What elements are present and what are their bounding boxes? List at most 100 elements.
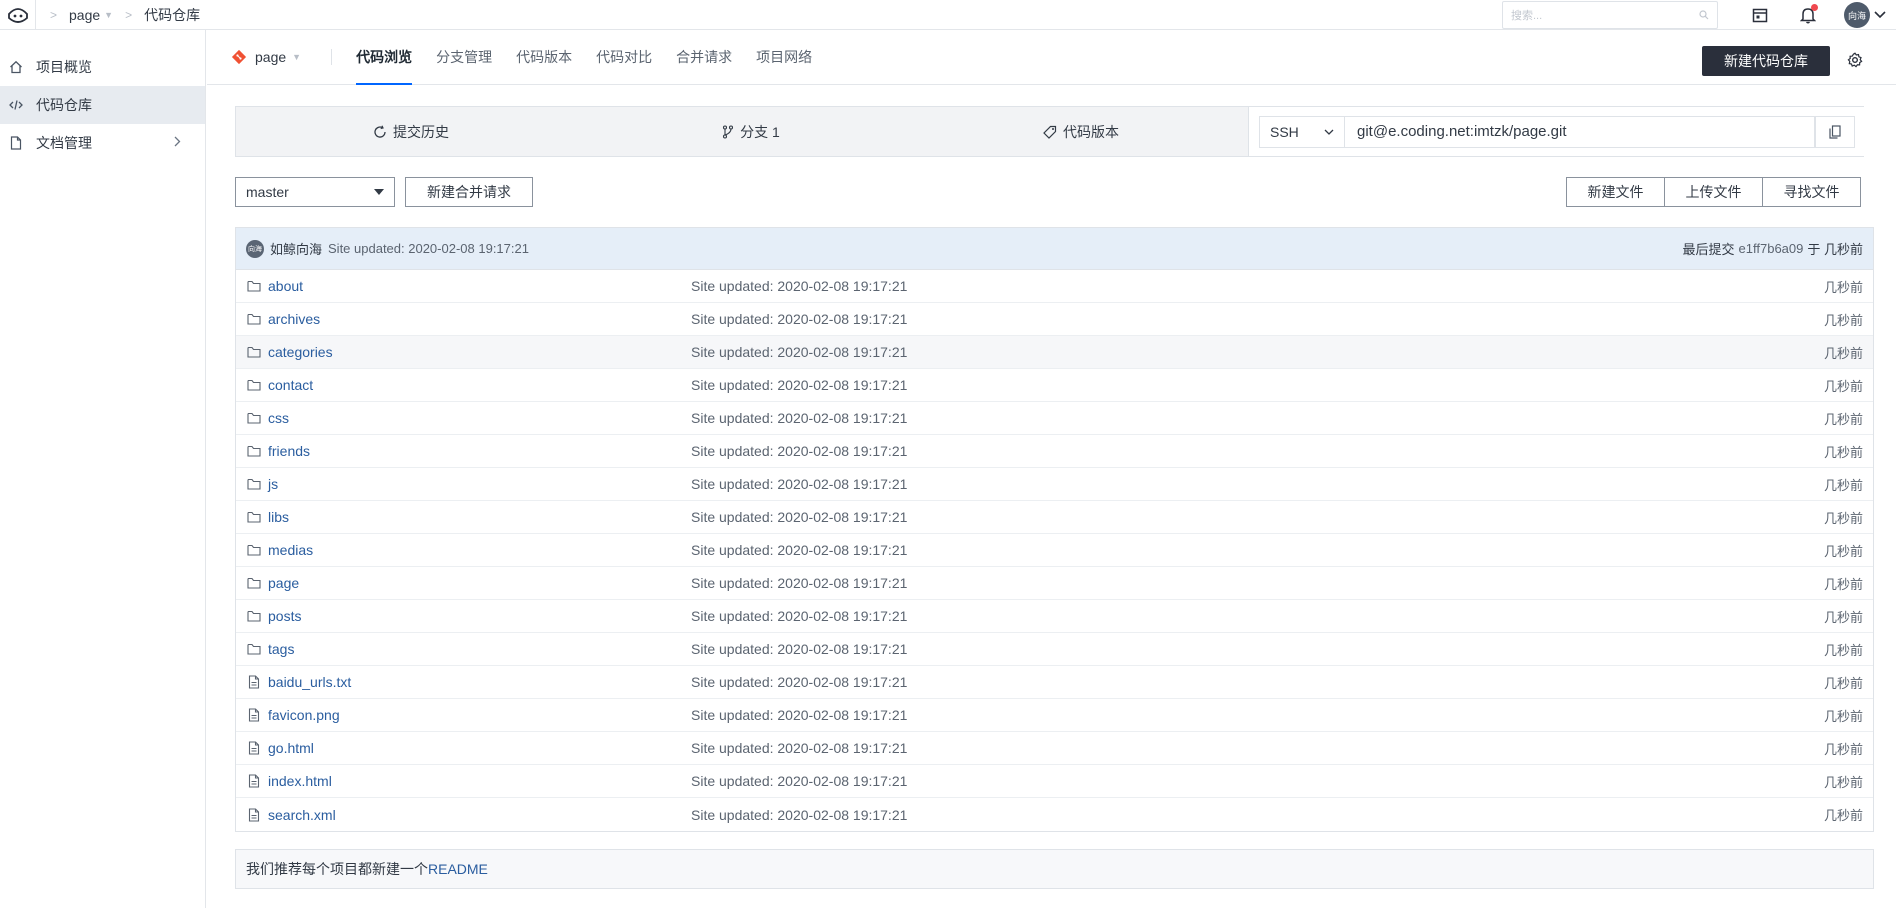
commit-time: 于 几秒前 — [1807, 242, 1863, 257]
tab-tags[interactable]: 代码版本 — [516, 30, 572, 85]
table-row[interactable]: tags Site updated: 2020-02-08 19:17:21 几秒前 — [236, 633, 1873, 666]
sidebar-item-overview[interactable]: 项目概览 — [0, 48, 205, 86]
file-commit-message[interactable]: Site updated: 2020-02-08 19:17:21 — [691, 410, 907, 426]
file-name-link[interactable]: contact — [268, 377, 691, 393]
sidebar-item-label: 代码仓库 — [36, 97, 92, 113]
sidebar-item-code-repo[interactable]: 代码仓库 — [0, 86, 205, 124]
table-row[interactable]: go.html Site updated: 2020-02-08 19:17:21… — [236, 732, 1873, 765]
new-merge-request-button[interactable]: 新建合并请求 — [405, 177, 533, 207]
table-row[interactable]: libs Site updated: 2020-02-08 19:17:21 几秒前 — [236, 501, 1873, 534]
sidebar-item-docs[interactable]: 文档管理 — [0, 124, 205, 162]
clone-url-field[interactable]: git@e.coding.net:imtzk/page.git — [1345, 115, 1815, 148]
file-name-link[interactable]: medias — [268, 542, 691, 558]
table-row[interactable]: contact Site updated: 2020-02-08 19:17:21… — [236, 369, 1873, 402]
commit-history-link[interactable]: 提交历史 — [236, 107, 586, 156]
file-commit-message[interactable]: Site updated: 2020-02-08 19:17:21 — [691, 707, 907, 723]
copy-button[interactable] — [1815, 115, 1855, 148]
readme-link[interactable]: README — [428, 861, 488, 877]
file-name-link[interactable]: go.html — [268, 740, 691, 756]
file-name-link[interactable]: search.xml — [268, 807, 691, 823]
tab-network[interactable]: 项目网络 — [756, 30, 812, 85]
notification-button[interactable] — [1796, 3, 1820, 27]
file-name-link[interactable]: categories — [268, 344, 691, 360]
file-commit-message[interactable]: Site updated: 2020-02-08 19:17:21 — [691, 575, 907, 591]
file-name-link[interactable]: page — [268, 575, 691, 591]
file-name-link[interactable]: favicon.png — [268, 707, 691, 723]
file-commit-message[interactable]: Site updated: 2020-02-08 19:17:21 — [691, 773, 907, 789]
table-row[interactable]: about Site updated: 2020-02-08 19:17:21 几秒… — [236, 270, 1873, 303]
new-repo-button[interactable]: 新建代码仓库 — [1702, 46, 1830, 76]
file-commit-message[interactable]: Site updated: 2020-02-08 19:17:21 — [691, 807, 907, 823]
search-input[interactable]: 搜索... — [1502, 1, 1718, 29]
tab-code-browse[interactable]: 代码浏览 — [356, 30, 413, 85]
calendar-icon — [1752, 8, 1768, 23]
file-commit-message[interactable]: Site updated: 2020-02-08 19:17:21 — [691, 674, 907, 690]
tags-link[interactable]: 代码版本 — [916, 107, 1246, 156]
branch-select[interactable]: master — [235, 177, 395, 207]
chevron-down-icon[interactable] — [1874, 11, 1886, 19]
file-name-link[interactable]: css — [268, 410, 691, 426]
tags-label: 代码版本 — [1063, 123, 1119, 140]
file-commit-message[interactable]: Site updated: 2020-02-08 19:17:21 — [691, 740, 907, 756]
file-commit-message[interactable]: Site updated: 2020-02-08 19:17:21 — [691, 542, 907, 558]
file-name-link[interactable]: index.html — [268, 773, 691, 789]
file-commit-time: 几秒前 — [1823, 477, 1863, 493]
table-row[interactable]: index.html Site updated: 2020-02-08 19:17… — [236, 765, 1873, 798]
commit-author[interactable]: 如鲸向海 — [270, 239, 322, 258]
tab-branches[interactable]: 分支管理 — [436, 30, 492, 85]
branches-link[interactable]: 分支 1 — [586, 107, 916, 156]
avatar[interactable]: 向海 — [1844, 2, 1870, 28]
breadcrumb: > page ▼ > 代码仓库 — [36, 5, 200, 25]
avatar[interactable]: 向海 — [246, 239, 264, 258]
commit-message[interactable]: Site updated: 2020-02-08 19:17:21 — [328, 241, 529, 256]
last-commit-info: 最后提交 e1ff7b6a09 于 几秒前 — [1683, 239, 1863, 258]
chevron-down-icon[interactable]: ▼ — [104, 10, 113, 20]
file-commit-message[interactable]: Site updated: 2020-02-08 19:17:21 — [691, 311, 907, 327]
breadcrumb-project[interactable]: page — [69, 7, 100, 23]
table-row[interactable]: medias Site updated: 2020-02-08 19:17:21 几… — [236, 534, 1873, 567]
commit-hash[interactable]: e1ff7b6a09 — [1739, 241, 1804, 256]
file-commit-message[interactable]: Site updated: 2020-02-08 19:17:21 — [691, 641, 907, 657]
file-name-link[interactable]: archives — [268, 311, 691, 327]
table-row[interactable]: posts Site updated: 2020-02-08 19:17:21 几秒… — [236, 600, 1873, 633]
protocol-select[interactable]: SSH — [1259, 115, 1345, 148]
file-commit-message[interactable]: Site updated: 2020-02-08 19:17:21 — [691, 344, 907, 360]
new-file-button[interactable]: 新建文件 — [1566, 177, 1665, 207]
table-row[interactable]: categories Site updated: 2020-02-08 19:17… — [236, 336, 1873, 369]
file-commit-time: 几秒前 — [1823, 675, 1863, 691]
file-name-link[interactable]: about — [268, 278, 691, 294]
repo-switcher[interactable]: page ▼ — [231, 49, 301, 65]
find-file-button[interactable]: 寻找文件 — [1762, 177, 1861, 207]
app-logo[interactable] — [0, 0, 36, 30]
upload-file-button[interactable]: 上传文件 — [1664, 177, 1763, 207]
file-commit-message[interactable]: Site updated: 2020-02-08 19:17:21 — [691, 278, 907, 294]
file-name-link[interactable]: posts — [268, 608, 691, 624]
table-row[interactable]: page Site updated: 2020-02-08 19:17:21 几秒前 — [236, 567, 1873, 600]
tab-merge-requests[interactable]: 合并请求 — [676, 30, 732, 85]
table-row[interactable]: baidu_urls.txt Site updated: 2020-02-08 1… — [236, 666, 1873, 699]
file-name-link[interactable]: baidu_urls.txt — [268, 674, 691, 690]
repo-info-bar: 提交历史 分支 1 代码版本 SSH git@e.coding.net:imtz… — [235, 106, 1865, 157]
settings-button[interactable] — [1846, 51, 1864, 69]
search-placeholder: 搜索... — [1511, 10, 1543, 22]
file-commit-message[interactable]: Site updated: 2020-02-08 19:17:21 — [691, 377, 907, 393]
file-commit-message[interactable]: Site updated: 2020-02-08 19:17:21 — [691, 476, 907, 492]
table-row[interactable]: favicon.png Site updated: 2020-02-08 19:1… — [236, 699, 1873, 732]
file-table: 向海 如鲸向海 Site updated: 2020-02-08 19:17:2… — [235, 227, 1874, 832]
file-commit-message[interactable]: Site updated: 2020-02-08 19:17:21 — [691, 509, 907, 525]
file-name-link[interactable]: friends — [268, 443, 691, 459]
file-name-link[interactable]: tags — [268, 641, 691, 657]
file-commit-message[interactable]: Site updated: 2020-02-08 19:17:21 — [691, 608, 907, 624]
table-row[interactable]: friends Site updated: 2020-02-08 19:17:21… — [236, 435, 1873, 468]
chevron-right-icon[interactable] — [174, 136, 181, 150]
table-row[interactable]: js Site updated: 2020-02-08 19:17:21 几秒前 — [236, 468, 1873, 501]
calendar-button[interactable] — [1748, 3, 1772, 27]
file-commit-message[interactable]: Site updated: 2020-02-08 19:17:21 — [691, 443, 907, 459]
branch-count-label: 分支 1 — [740, 123, 780, 140]
table-row[interactable]: search.xml Site updated: 2020-02-08 19:17… — [236, 798, 1873, 831]
file-name-link[interactable]: libs — [268, 509, 691, 525]
table-row[interactable]: archives Site updated: 2020-02-08 19:17:2… — [236, 303, 1873, 336]
table-row[interactable]: css Site updated: 2020-02-08 19:17:21 几秒前 — [236, 402, 1873, 435]
file-name-link[interactable]: js — [268, 476, 691, 492]
tab-compare[interactable]: 代码对比 — [596, 30, 652, 85]
